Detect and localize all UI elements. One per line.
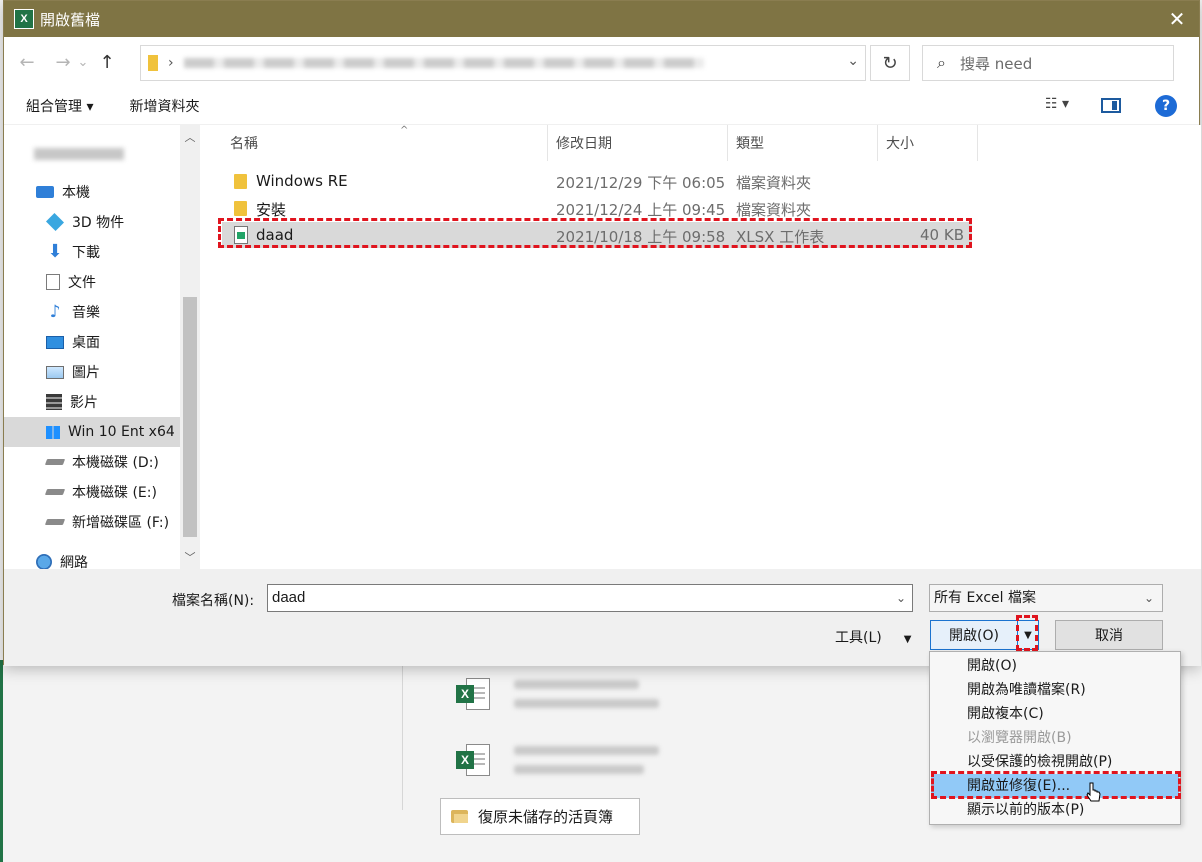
recent-locations-icon[interactable]: ⌄ [76, 49, 90, 75]
sort-ascending-icon: ^ [400, 125, 409, 136]
file-row-windows-re[interactable]: Windows RE 2021/12/29 下午 06:05 檔案資料夾 [222, 168, 972, 194]
sidebar-item-drive-e[interactable]: 本機磁碟 (E:) [4, 477, 180, 507]
blurred-label [34, 148, 124, 160]
folder-icon [148, 55, 158, 71]
blurred-file-info [514, 746, 659, 784]
sidebar-item-documents[interactable]: 文件 [4, 267, 180, 297]
view-options-icon[interactable]: ☷ ▾ [1045, 96, 1069, 112]
navigation-bar: ← → ⌄ ↑ › ⌄ ↻ ⌕ 搜尋 need [4, 37, 1199, 87]
chevron-down-icon: ⌄ [1143, 591, 1154, 605]
address-bar[interactable]: › ⌄ [140, 45, 866, 81]
navigation-pane: 本機 3D 物件 ⬇ 下載 文件 ♪ 音樂 桌面 圖片 影片 Win 10 En… [4, 125, 200, 571]
folder-icon [234, 174, 247, 189]
scrollbar-thumb[interactable] [183, 297, 197, 537]
organize-button[interactable]: 組合管理 ▾ [26, 96, 93, 116]
folder-icon [451, 810, 468, 823]
sidebar-item-win10-drive[interactable]: Win 10 Ent x64 [4, 417, 180, 447]
menu-item-open-in-browser: 以瀏覽器開啟(B) [967, 730, 1072, 746]
chevron-down-icon[interactable]: ⌄ [847, 53, 859, 69]
chevron-down-icon[interactable]: ﹀ [180, 549, 200, 565]
cube-icon [45, 212, 65, 232]
excel-green-edge [0, 660, 3, 862]
preview-pane-icon[interactable] [1101, 98, 1121, 113]
file-type-filter[interactable]: 所有 Excel 檔案 ⌄ [929, 584, 1163, 612]
windows-drive-icon [46, 425, 60, 439]
open-file-dialog: X 開啟舊檔 ✕ ← → ⌄ ↑ › ⌄ ↻ ⌕ 搜尋 need 組合管理 ▾ … [3, 0, 1201, 666]
mouse-cursor-icon [1086, 782, 1101, 802]
recent-file-2[interactable]: X [456, 742, 659, 784]
filename-label: 檔案名稱(N): [172, 593, 255, 609]
menu-item-open[interactable]: 開啟(O) [931, 654, 1179, 678]
filename-input[interactable]: daad ⌄ [267, 584, 913, 612]
sidebar-item-3d-objects[interactable]: 3D 物件 [4, 207, 180, 237]
network-globe-icon [36, 554, 52, 570]
blurred-path [183, 58, 704, 68]
excel-file-icon: X [456, 676, 492, 712]
document-icon [46, 274, 60, 290]
open-and-repair-highlight [931, 771, 1181, 799]
excel-app-icon: X [14, 9, 34, 29]
excel-file-icon: X [456, 742, 492, 778]
sidebar-item-drive-f[interactable]: 新增磁碟區 (F:) [4, 507, 180, 537]
sidebar-item-desktop[interactable]: 桌面 [4, 327, 180, 357]
dialog-titlebar: X 開啟舊檔 ✕ [4, 1, 1199, 37]
help-icon[interactable]: ? [1155, 95, 1177, 117]
selected-file-highlight [218, 218, 972, 248]
column-header-size[interactable]: 大小 [878, 125, 978, 161]
recent-file-1[interactable]: X [456, 676, 659, 718]
chevron-down-icon[interactable]: ⌄ [896, 585, 906, 611]
picture-icon [46, 365, 64, 379]
chevron-up-icon[interactable]: ︿ [180, 129, 200, 145]
menu-item-show-previous-versions[interactable]: 顯示以前的版本(P) [931, 798, 1179, 822]
menu-item-open-read-only[interactable]: 開啟為唯讀檔案(R) [931, 678, 1179, 702]
file-list: 名稱 ^ 修改日期 類型 大小 Windows RE 2021/12/29 下午… [200, 125, 1201, 569]
drive-icon [44, 489, 66, 495]
open-dropdown-highlight [1016, 615, 1038, 651]
backstage-divider [402, 665, 403, 810]
refresh-icon[interactable]: ↻ [870, 45, 910, 81]
back-arrow-icon[interactable]: ← [14, 49, 40, 75]
search-input[interactable]: ⌕ 搜尋 need [922, 45, 1174, 81]
triangle-down-icon: ▼ [903, 634, 912, 645]
computer-icon [36, 186, 54, 198]
forward-arrow-icon[interactable]: → [50, 49, 76, 75]
column-header-type[interactable]: 類型 [728, 125, 878, 161]
music-note-icon: ♪ [49, 302, 61, 322]
dialog-title: 開啟舊檔 [40, 10, 101, 29]
sidebar-item-pictures[interactable]: 圖片 [4, 357, 180, 387]
sidebar-item-music[interactable]: ♪ 音樂 [4, 297, 180, 327]
drive-icon [44, 459, 66, 465]
open-button[interactable]: 開啟(O) [930, 620, 1018, 650]
column-header-date[interactable]: 修改日期 [548, 125, 728, 161]
column-header-name[interactable]: 名稱 ^ [222, 125, 548, 161]
sidebar-item-quick-access[interactable] [4, 139, 180, 169]
download-arrow-icon: ⬇ [47, 241, 63, 262]
recover-unsaved-workbooks-button[interactable]: 復原未儲存的活頁簿 [440, 798, 640, 835]
command-toolbar: 組合管理 ▾ 新增資料夾 ☷ ▾ ? [4, 87, 1199, 125]
film-icon [46, 394, 62, 410]
close-icon[interactable]: ✕ [1165, 7, 1189, 31]
new-folder-button[interactable]: 新增資料夾 [129, 96, 199, 116]
navigation-pane-scrollbar[interactable]: ︿ ﹀ [180, 125, 200, 569]
search-icon: ⌕ [937, 53, 946, 72]
drive-icon [44, 519, 66, 525]
cancel-button[interactable]: 取消 [1055, 620, 1163, 650]
folder-icon [234, 201, 247, 216]
menu-item-open-copy[interactable]: 開啟複本(C) [931, 702, 1179, 726]
desktop-icon [46, 335, 64, 349]
chevron-right-icon: › [168, 55, 174, 71]
up-arrow-icon[interactable]: ↑ [94, 49, 120, 75]
blurred-file-info [514, 680, 659, 718]
tools-menu-button[interactable]: 工具(L) ▼ [835, 627, 911, 647]
sidebar-item-this-pc[interactable]: 本機 [4, 177, 180, 207]
sidebar-item-drive-d[interactable]: 本機磁碟 (D:) [4, 447, 180, 477]
sidebar-item-downloads[interactable]: ⬇ 下載 [4, 237, 180, 267]
sidebar-item-videos[interactable]: 影片 [4, 387, 180, 417]
